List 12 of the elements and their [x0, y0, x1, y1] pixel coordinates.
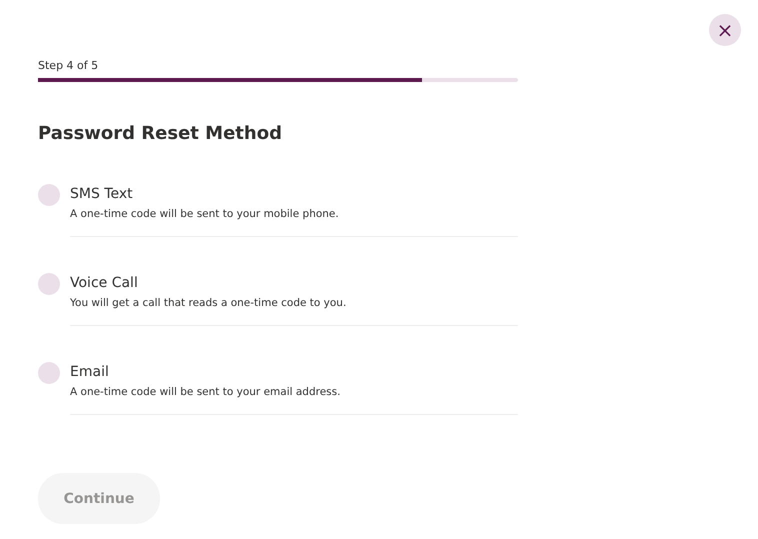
radio-button[interactable] [38, 273, 60, 295]
page-title: Password Reset Method [38, 122, 282, 146]
radio-button[interactable] [38, 362, 60, 384]
close-button[interactable]: × [709, 14, 741, 46]
option-description: A one-time code will be sent to your email address. [70, 385, 340, 400]
option-label[interactable]: SMS Text [70, 184, 133, 204]
option-description: A one-time code will be sent to your mobile phone. [70, 207, 339, 222]
option-description: You will get a call that reads a one-time code to you. [70, 296, 346, 311]
step-label: Step 4 of 5 [38, 59, 98, 73]
option-label[interactable]: Email [70, 362, 109, 382]
radio-button[interactable] [38, 184, 60, 206]
option-label[interactable]: Voice Call [70, 273, 138, 293]
